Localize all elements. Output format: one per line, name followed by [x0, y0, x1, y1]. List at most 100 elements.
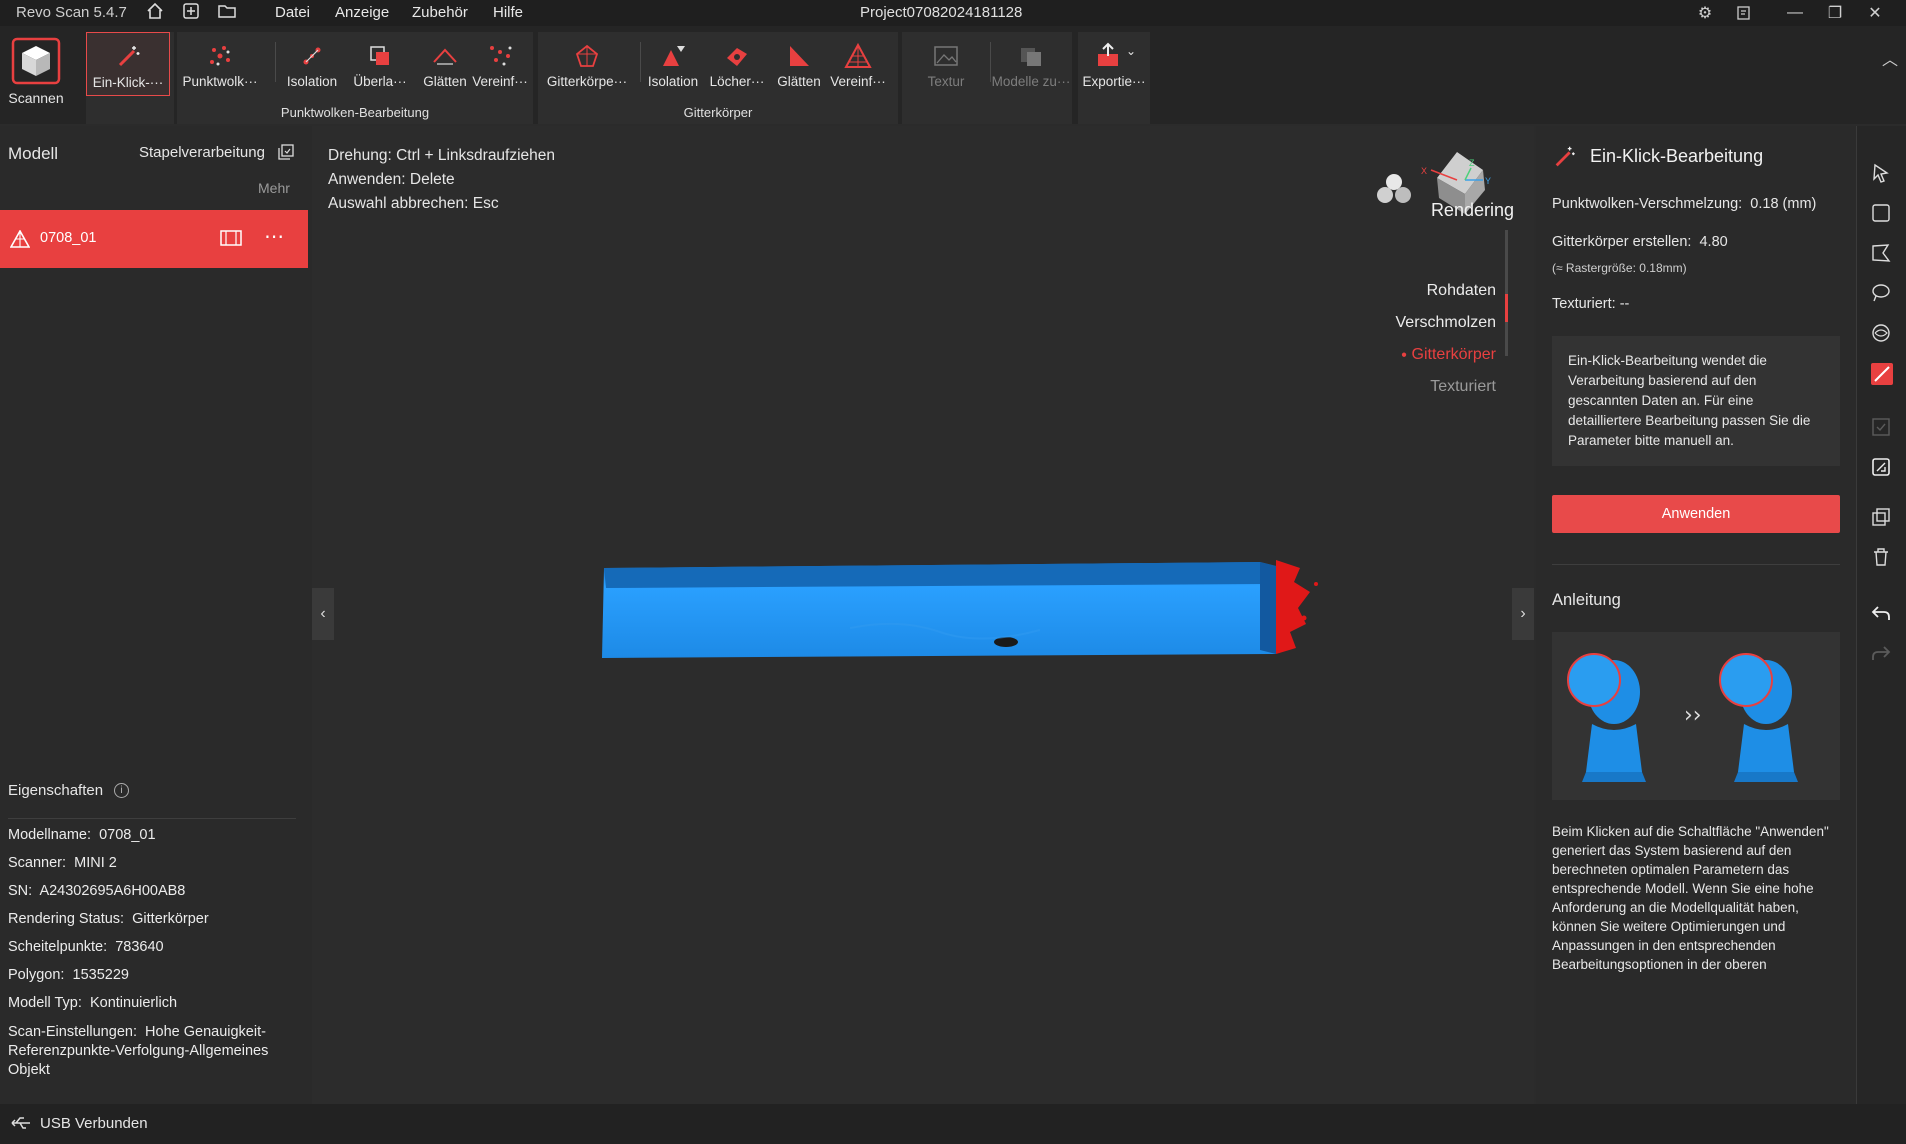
preview-frame-icon[interactable] — [220, 229, 242, 252]
new-project-icon[interactable] — [182, 2, 200, 24]
rendering-option-fused[interactable]: Verschmolzen — [1396, 314, 1497, 332]
3d-viewport[interactable]: Drehung: Ctrl + Linksdraufziehen Anwende… — [312, 126, 1534, 1104]
svg-text:Y: Y — [1485, 176, 1491, 186]
fill-holes-button[interactable]: Löcher··· — [702, 32, 772, 96]
mesh-param: Gitterkörper erstellen: 4.80 — [1552, 234, 1728, 250]
export-group: ⌄ Exportie··· — [1078, 32, 1150, 124]
copy-icon[interactable] — [1870, 506, 1894, 530]
scanned-mesh-model[interactable] — [600, 558, 1340, 670]
render-mode-icon[interactable] — [1374, 172, 1414, 211]
select-all-icon[interactable] — [1870, 416, 1894, 440]
close-icon[interactable]: ✕ — [1860, 2, 1890, 24]
project-title: Project07082024181128 — [860, 4, 1023, 21]
mesh-simplify-button[interactable]: Vereinf··· — [823, 32, 893, 96]
pc-isolation-button[interactable]: Isolation — [277, 32, 347, 96]
rendering-option-mesh[interactable]: ● Gitterkörper — [1401, 346, 1496, 364]
chevron-down-icon[interactable]: ⌄ — [1126, 44, 1136, 58]
model-mesh-icon — [9, 229, 31, 253]
shortcut-hints: Drehung: Ctrl + Linksdraufziehen Anwende… — [328, 144, 555, 216]
open-folder-icon[interactable] — [217, 2, 237, 24]
model-name-label: 0708_01 — [40, 230, 97, 246]
texture-button[interactable]: Textur — [906, 32, 986, 96]
fill-holes-icon — [727, 48, 747, 66]
redo-icon[interactable] — [1870, 642, 1894, 666]
brush-select-icon[interactable] — [1870, 322, 1894, 346]
settings-icon[interactable]: ⚙ — [1690, 2, 1720, 24]
mesh-isolation-button[interactable]: Isolation — [638, 32, 708, 96]
svg-text:X: X — [1421, 166, 1427, 176]
mesh-group: Gitterkörpe··· Isolation Löcher··· Glätt… — [538, 32, 898, 124]
smooth-icon — [433, 48, 457, 65]
prop-scan-settings: Scan-Einstellungen: Hohe Genauigkeit-Ref… — [8, 1024, 269, 1078]
batch-processing-link[interactable]: Stapelverarbeitung — [139, 144, 265, 161]
overlap-button[interactable]: Überla··· — [345, 32, 415, 96]
merge-icon — [1021, 48, 1041, 66]
svg-text:››: ›› — [1684, 703, 1702, 728]
lasso-select-icon[interactable] — [1870, 282, 1894, 306]
rendering-title: Rendering — [1430, 200, 1514, 220]
batch-icon[interactable] — [278, 144, 294, 165]
restore-icon[interactable]: ❐ — [1820, 2, 1850, 24]
info-icon[interactable]: i — [114, 783, 129, 798]
rectangle-select-icon[interactable] — [1870, 202, 1894, 226]
prop-scanner: Scanner: MINI 2 — [8, 855, 117, 871]
more-options-icon[interactable]: ⋯ — [264, 224, 284, 249]
mesh-smooth-icon — [790, 46, 809, 66]
prop-model-name: Modellname: 0708_01 — [8, 827, 156, 843]
polygon-select-icon[interactable] — [1870, 242, 1894, 266]
simplify-icon — [490, 46, 512, 66]
prop-polygons: Polygon: 1535229 — [8, 967, 129, 983]
tool-icon-strip — [1856, 126, 1906, 1104]
rendering-option-raw[interactable]: Rohdaten — [1427, 282, 1496, 300]
notes-icon[interactable] — [1729, 2, 1759, 24]
menu-hilfe[interactable]: Hilfe — [493, 4, 523, 21]
isolation-icon — [303, 47, 321, 65]
magic-wand-icon — [1552, 144, 1578, 175]
panel-title: Ein-Klick-Bearbeitung — [1590, 146, 1764, 166]
hint-cancel: Auswahl abbrechen: Esc — [328, 195, 499, 212]
grid-size-note: (≈ Rastergröße: 0.18mm) — [1552, 261, 1687, 275]
pc-simplify-button[interactable]: Vereinf··· — [467, 32, 533, 96]
title-bar: Revo Scan 5.4.7 Datei Anzeige Zubehör Hi… — [0, 0, 1906, 26]
collapse-right-button[interactable]: › — [1512, 588, 1534, 640]
menu-datei[interactable]: Datei — [275, 4, 310, 21]
invert-selection-icon[interactable] — [1870, 456, 1894, 480]
one-click-button[interactable]: Ein-Klick-··· — [86, 32, 170, 96]
point-cloud-group: Punktwolk··· Isolation Überla··· Glätten… — [177, 32, 533, 124]
texture-group: Textur Modelle zu··· — [902, 32, 1072, 124]
menu-anzeige[interactable]: Anzeige — [335, 4, 389, 21]
mesh-create-button[interactable]: Gitterkörpe··· — [540, 32, 634, 96]
usb-icon — [10, 1114, 32, 1136]
more-link[interactable]: Mehr — [258, 180, 290, 196]
info-box: Ein-Klick-Bearbeitung wendet die Verarbe… — [1552, 336, 1840, 466]
prop-vertices: Scheitelpunkte: 783640 — [8, 939, 164, 955]
one-click-group: Ein-Klick-··· — [86, 32, 174, 124]
rendering-option-textured[interactable]: Texturiert — [1430, 378, 1496, 396]
export-icon — [1098, 42, 1118, 66]
minimize-icon[interactable]: — — [1780, 2, 1810, 24]
textured-param: Texturiert: -- — [1552, 296, 1630, 312]
merge-models-button[interactable]: Modelle zu··· — [990, 32, 1072, 96]
delete-icon[interactable] — [1870, 546, 1894, 570]
select-pointer-icon[interactable] — [1870, 162, 1894, 186]
toolbar: Scannen Ein-Klick-··· Punktwolk··· Isola… — [0, 26, 1906, 124]
apply-button[interactable]: Anwenden — [1552, 495, 1840, 533]
undo-icon[interactable] — [1870, 602, 1894, 626]
model-list-item[interactable]: 0708_01 ⋯ — [0, 210, 308, 268]
rendering-indicator — [1505, 294, 1508, 322]
select-through-icon[interactable] — [1870, 362, 1894, 386]
export-button[interactable]: ⌄ Exportie··· — [1078, 32, 1150, 96]
collapse-toolbar-icon[interactable]: ︿ — [1882, 46, 1898, 70]
scan-button[interactable]: Scannen — [0, 32, 72, 122]
home-icon[interactable] — [146, 2, 164, 24]
point-cloud-fusion-button[interactable]: Punktwolk··· — [179, 32, 261, 96]
svg-text:Z: Z — [1469, 158, 1475, 168]
point-cloud-group-label: Punktwolken-Bearbeitung — [280, 105, 430, 120]
connection-status: USB Verbunden — [40, 1115, 148, 1132]
texture-icon — [934, 46, 958, 66]
divider — [1552, 564, 1840, 565]
prop-model-type: Modell Typ: Kontinuierlich — [8, 995, 178, 1011]
mesh-isolation-icon — [663, 46, 685, 66]
menu-zubehoer[interactable]: Zubehör — [412, 4, 468, 21]
collapse-left-button[interactable]: ‹ — [312, 588, 334, 640]
